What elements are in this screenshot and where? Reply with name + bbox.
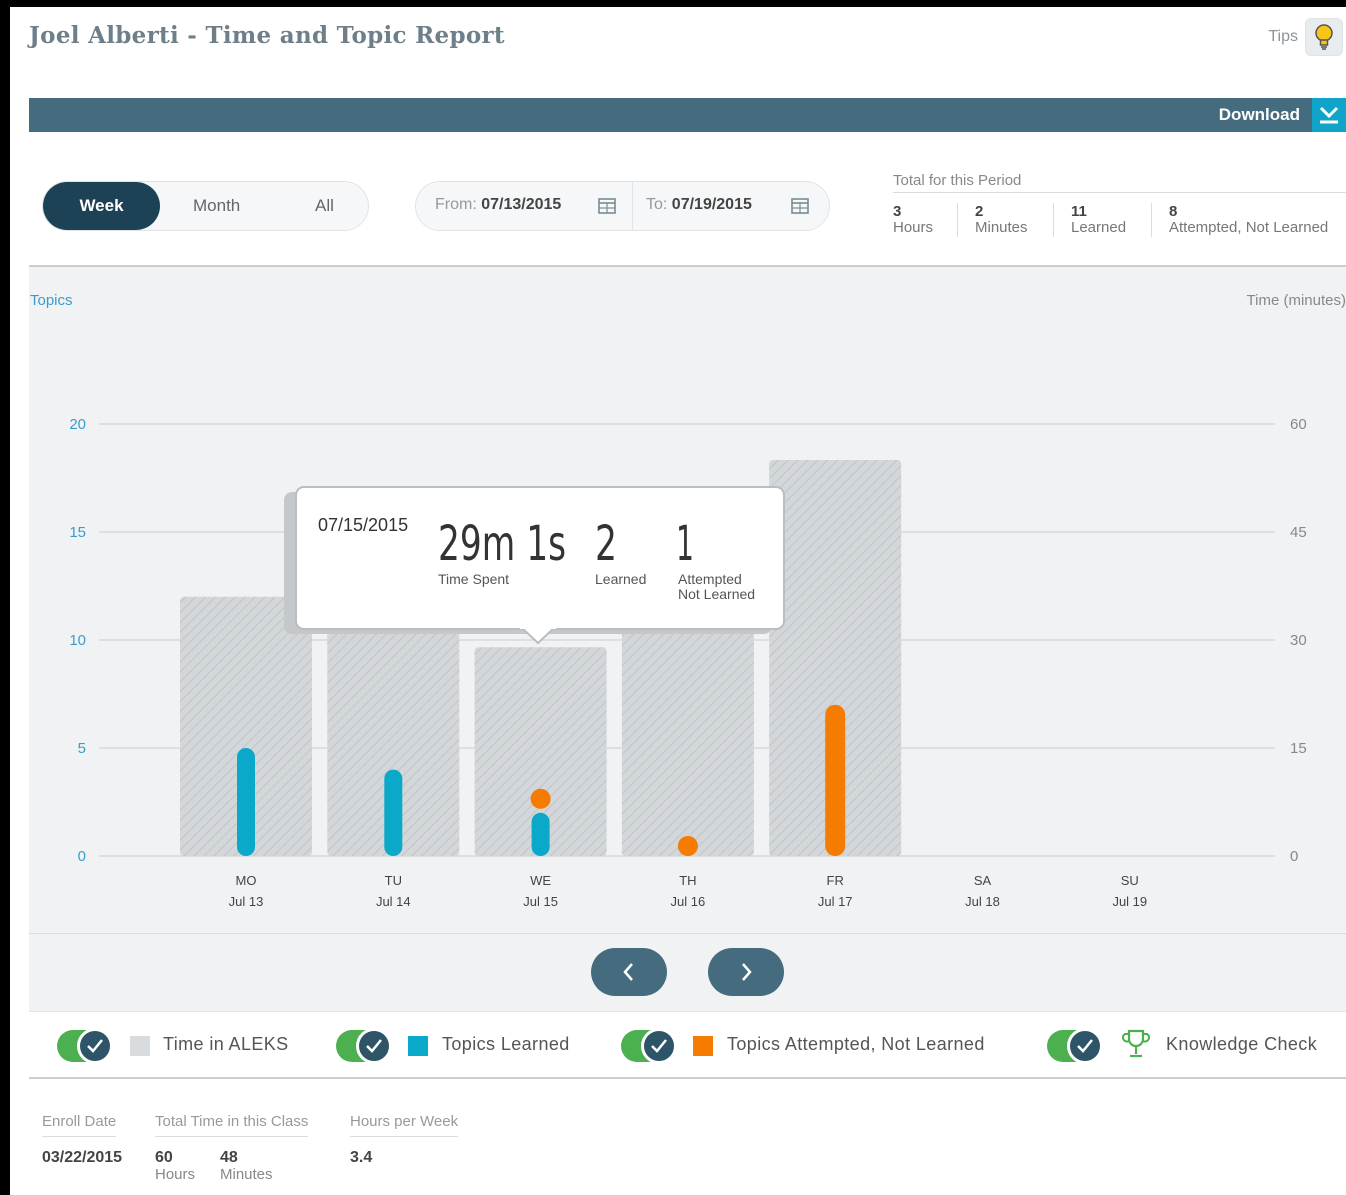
legend-label-attempted: Topics Attempted, Not Learned xyxy=(727,1034,985,1054)
x-tick-day: TU xyxy=(385,873,402,888)
x-tick-date: Jul 15 xyxy=(523,894,558,909)
y-tick-label-right: 60 xyxy=(1290,416,1307,433)
check-icon xyxy=(641,1028,677,1064)
x-tick-date: Jul 13 xyxy=(229,894,264,909)
toggle-knowledge-check[interactable] xyxy=(1047,1028,1103,1064)
total-time-minutes-unit: Minutes xyxy=(220,1166,273,1183)
toggle-topics-learned[interactable] xyxy=(336,1028,392,1064)
tooltip-pointer xyxy=(519,627,557,645)
tooltip-learned-label: Learned xyxy=(595,571,646,587)
total-time-hours: 60 xyxy=(155,1149,173,1166)
x-tick-day: SA xyxy=(974,873,992,888)
y-tick-label-right: 15 xyxy=(1290,740,1307,757)
chart-navigation xyxy=(29,933,1346,1011)
previous-button[interactable] xyxy=(591,948,667,996)
x-tick-day: WE xyxy=(530,873,551,888)
y-tick-label-left: 0 xyxy=(78,848,86,865)
tooltip-learned-value: 2 xyxy=(595,516,617,572)
check-icon xyxy=(356,1028,392,1064)
y-tick-label-right: 45 xyxy=(1290,524,1307,541)
x-tick-date: Jul 19 xyxy=(1112,894,1147,909)
learned-bar xyxy=(531,812,550,856)
y-tick-label-left: 5 xyxy=(78,740,86,757)
x-tick-day: TH xyxy=(679,873,696,888)
y-tick-label-right: 0 xyxy=(1290,848,1298,865)
enroll-date-label: Enroll Date xyxy=(42,1113,117,1137)
legend-label-knowledge-check: Knowledge Check xyxy=(1166,1034,1318,1054)
tooltip-attempted-value: 1 xyxy=(676,516,694,572)
x-tick-day: MO xyxy=(236,873,257,888)
time-bar xyxy=(621,596,754,856)
learned-bar xyxy=(384,769,403,856)
toggle-time-in-aleks[interactable] xyxy=(57,1028,113,1064)
chart-tooltip: 07/15/2015 29m 1s Time Spent 2 Learned 1… xyxy=(284,486,785,645)
chevron-left-icon xyxy=(623,963,633,981)
x-tick-date: Jul 16 xyxy=(671,894,706,909)
x-tick-date: Jul 17 xyxy=(818,894,853,909)
enroll-date-value: 03/22/2015 xyxy=(42,1149,123,1166)
attempted-bar xyxy=(825,704,846,856)
check-icon xyxy=(1067,1028,1103,1064)
legend-label-learned: Topics Learned xyxy=(442,1034,570,1054)
tooltip-time-label: Time Spent xyxy=(438,571,509,587)
x-tick-date: Jul 14 xyxy=(376,894,411,909)
next-button[interactable] xyxy=(708,948,784,996)
hours-per-week-label: Hours per Week xyxy=(350,1113,459,1137)
legend-swatch-time xyxy=(130,1036,150,1056)
legend-label-time: Time in ALEKS xyxy=(163,1034,289,1054)
tooltip-attempted-label: Not Learned xyxy=(678,586,755,602)
tooltip-pointer-mask xyxy=(520,624,556,629)
toggle-topics-attempted[interactable] xyxy=(621,1028,677,1064)
y-tick-label-left: 10 xyxy=(69,632,86,649)
attempted-mark xyxy=(677,836,698,856)
x-tick-date: Jul 18 xyxy=(965,894,1000,909)
y-tick-label-left: 20 xyxy=(69,416,86,433)
check-icon xyxy=(77,1028,113,1064)
tooltip-attempted-label: Attempted xyxy=(678,571,742,587)
chart-legend: Time in ALEKS Topics Learned Topics Atte… xyxy=(29,1011,1346,1079)
y-tick-label-left: 15 xyxy=(69,524,86,541)
attempted-mark xyxy=(530,788,551,809)
tooltip-time-value: 29m 1s xyxy=(438,516,566,572)
legend-swatch-attempted xyxy=(693,1036,713,1056)
learned-bar xyxy=(237,748,255,856)
legend-swatch-learned xyxy=(408,1036,428,1056)
tooltip-date: 07/15/2015 xyxy=(318,515,408,535)
hours-per-week-value: 3.4 xyxy=(350,1149,373,1166)
total-time-label: Total Time in this Class xyxy=(155,1113,309,1137)
total-time-minutes: 48 xyxy=(220,1149,238,1166)
total-time-hours-unit: Hours xyxy=(155,1166,196,1183)
x-tick-day: FR xyxy=(827,873,844,888)
chevron-right-icon xyxy=(742,963,752,981)
x-tick-day: SU xyxy=(1121,873,1139,888)
y-tick-label-right: 30 xyxy=(1290,632,1307,649)
trophy-icon xyxy=(1122,1029,1150,1058)
